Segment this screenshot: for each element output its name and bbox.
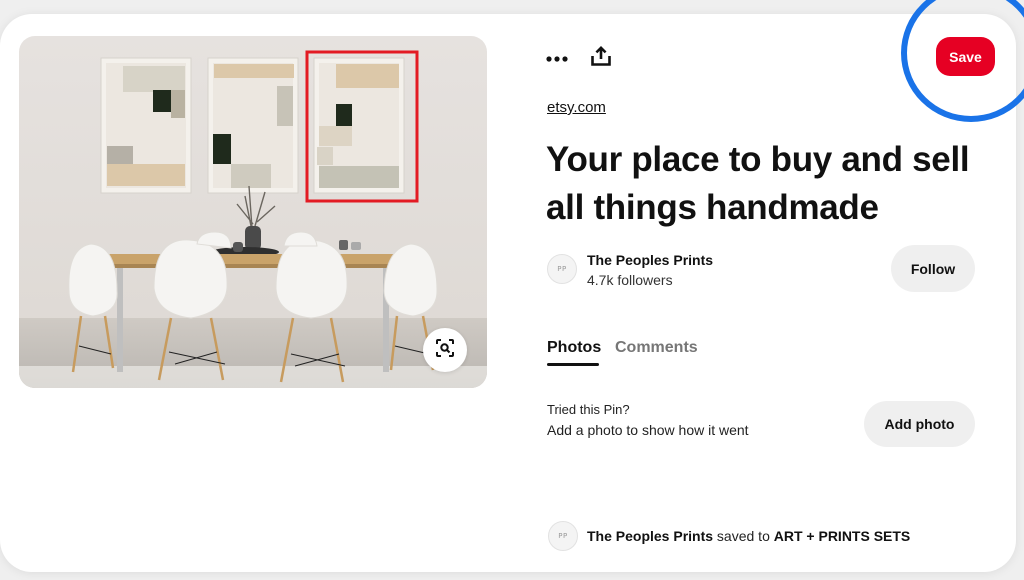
share-upload-icon: [591, 44, 611, 71]
dining-room-photo: [19, 36, 487, 388]
pin-title: Your place to buy and sell all things ha…: [546, 140, 970, 227]
follow-button[interactable]: Follow: [891, 245, 975, 292]
creator-name[interactable]: The Peoples Prints: [587, 252, 713, 268]
tab-photos[interactable]: Photos: [547, 339, 601, 357]
follower-count: 4.7k followers: [587, 272, 673, 288]
source-link[interactable]: etsy.com: [547, 99, 606, 116]
pin-image[interactable]: [19, 36, 487, 388]
art-print-left: [100, 57, 192, 194]
saver-name[interactable]: The Peoples Prints: [587, 528, 713, 544]
saver-avatar-text: PP: [558, 532, 568, 540]
more-options-button[interactable]: [543, 44, 571, 72]
saved-to-board-line: The Peoples Prints saved to ART + PRINTS…: [587, 528, 910, 544]
visual-search-icon: [435, 338, 455, 363]
saved-to-text: saved to: [713, 528, 774, 544]
art-print-middle: [207, 57, 299, 194]
board-name[interactable]: ART + PRINTS SETS: [774, 528, 911, 544]
saver-avatar[interactable]: PP: [548, 521, 578, 551]
add-photo-button[interactable]: Add photo: [864, 401, 975, 447]
visual-search-button[interactable]: [423, 328, 467, 372]
tab-comments[interactable]: Comments: [615, 339, 698, 357]
tried-pin-title: Tried this Pin?: [547, 402, 630, 417]
share-button[interactable]: [587, 43, 615, 71]
active-tab-indicator: [547, 363, 599, 366]
creator-avatar[interactable]: PP: [547, 254, 577, 284]
art-print-right: [313, 57, 405, 194]
save-button[interactable]: Save: [936, 37, 995, 76]
more-horizontal-icon: [546, 49, 568, 67]
tried-pin-subtitle: Add a photo to show how it went: [547, 422, 749, 438]
creator-avatar-text: PP: [557, 265, 567, 273]
